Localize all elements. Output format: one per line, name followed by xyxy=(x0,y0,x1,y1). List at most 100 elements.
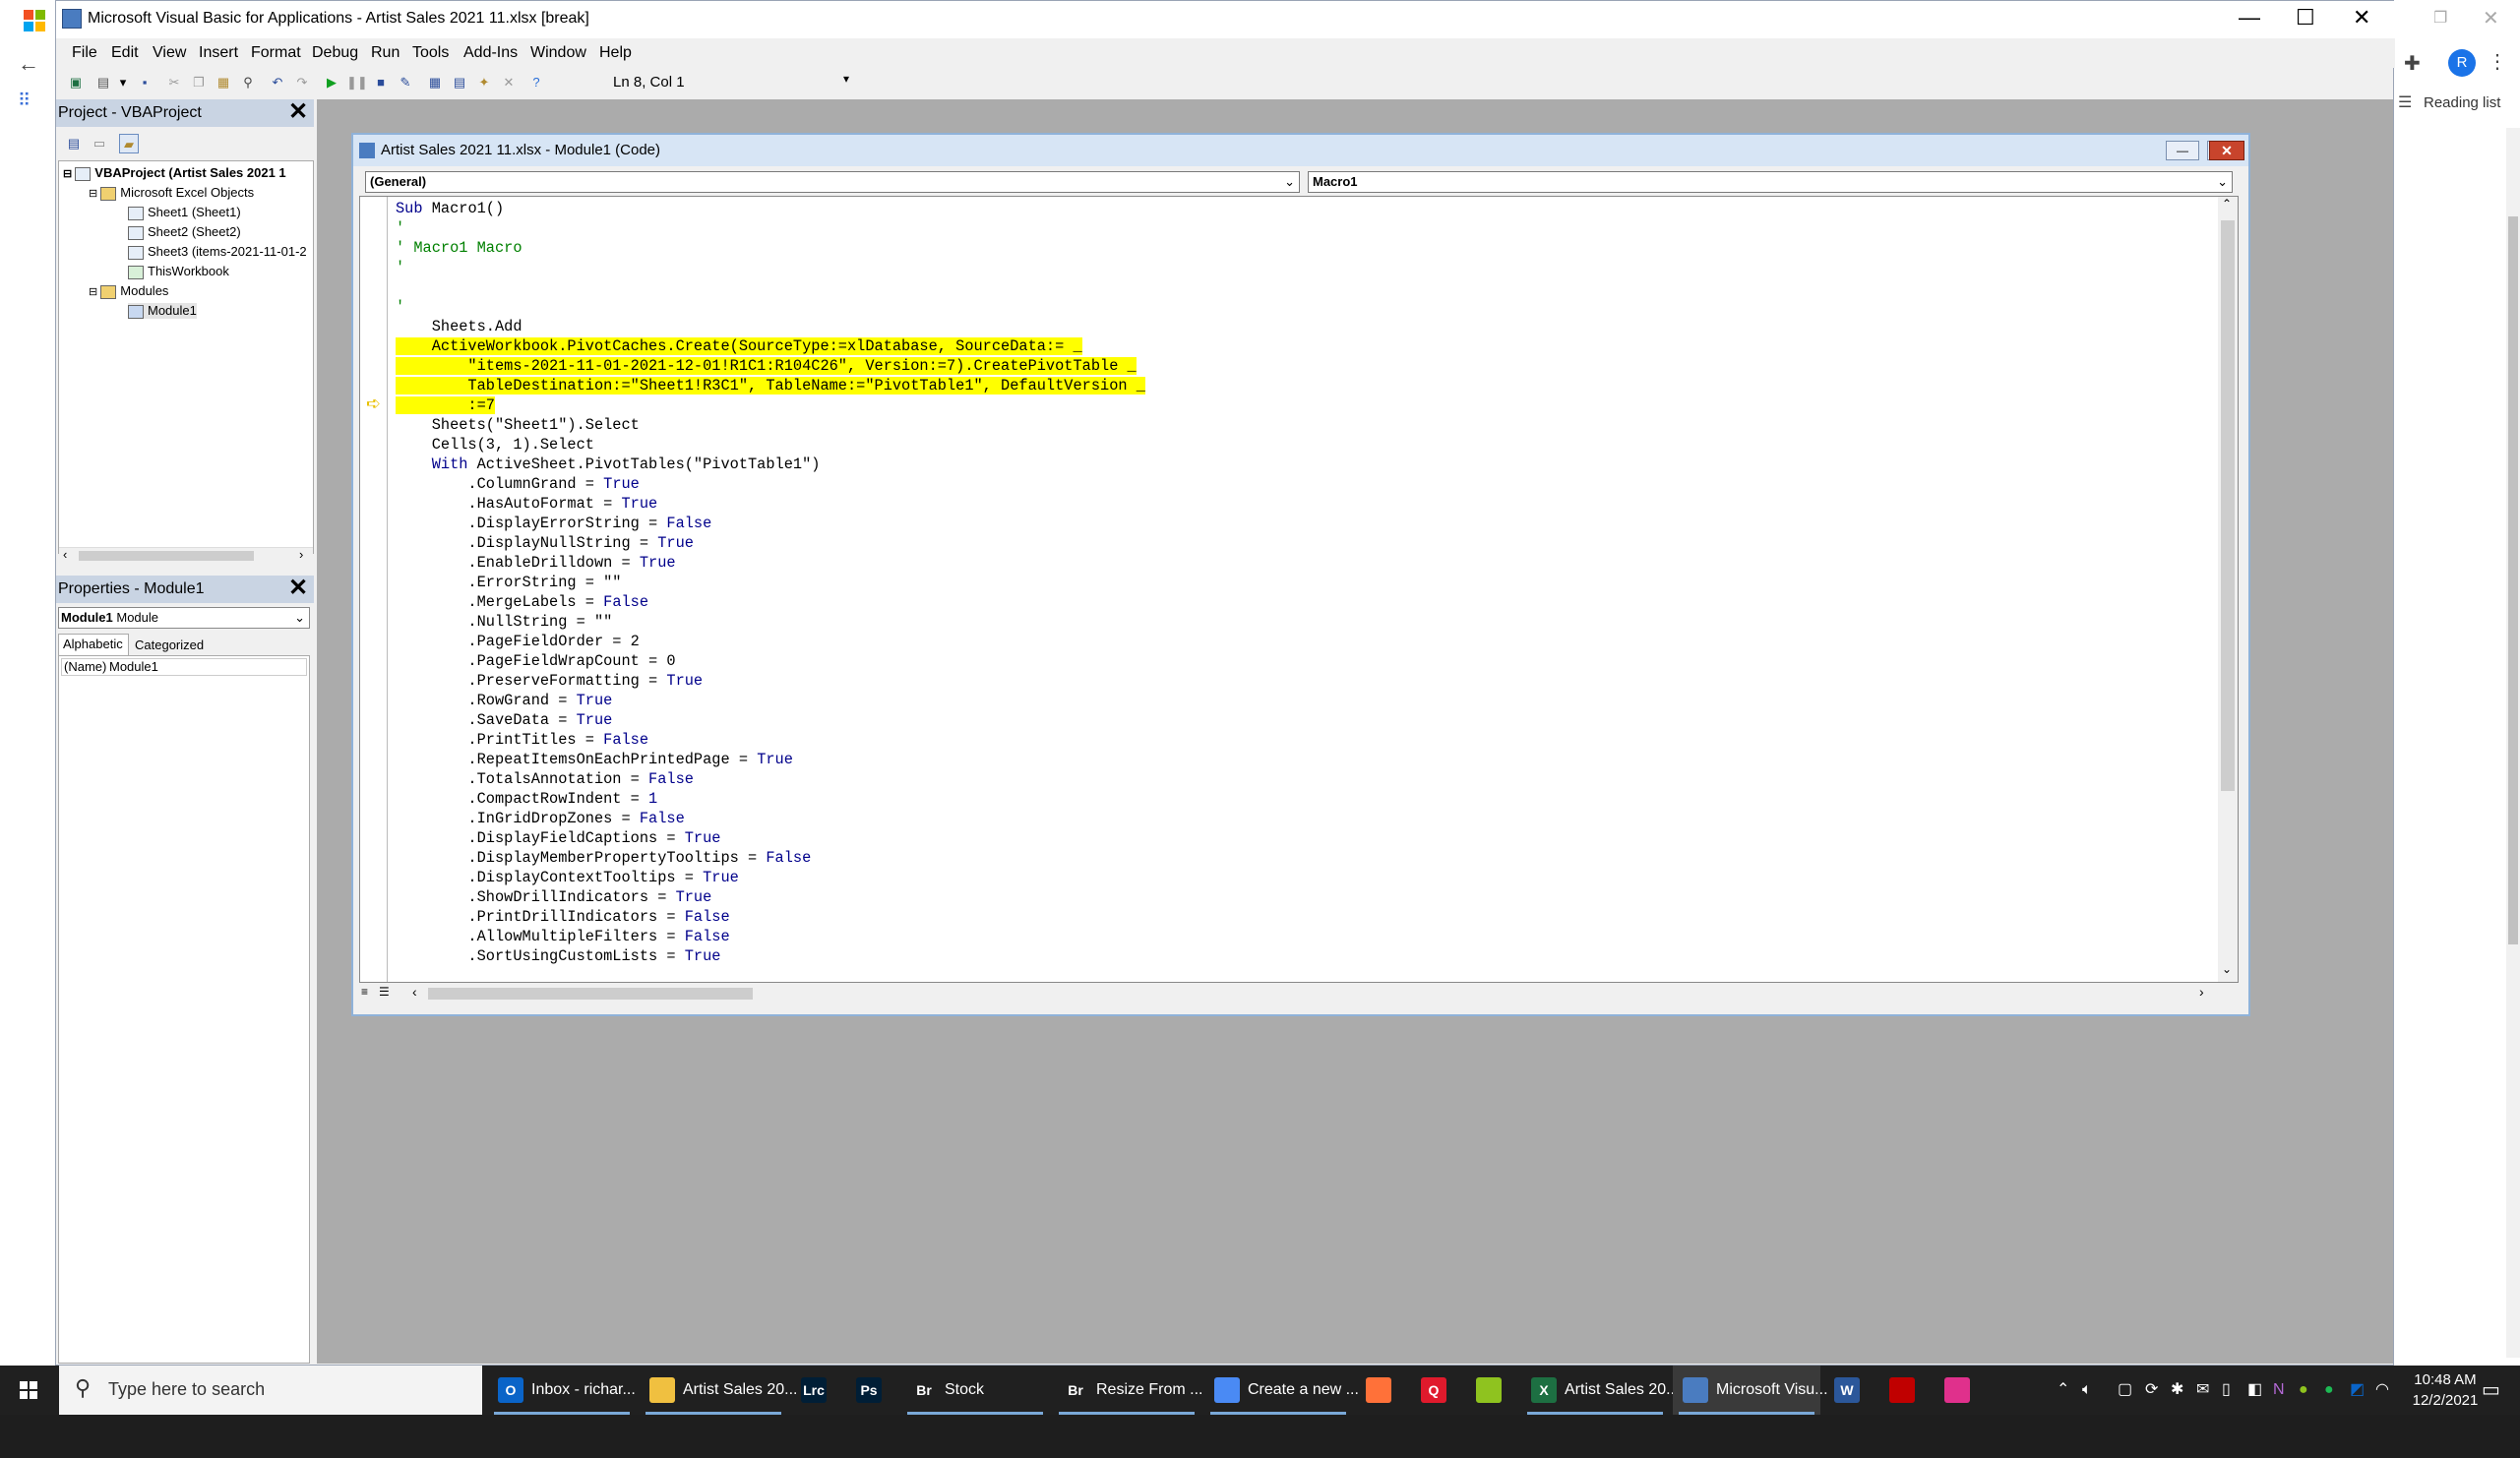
redo-icon[interactable]: ↷ xyxy=(292,73,312,92)
mail-icon[interactable]: ✉ xyxy=(2196,1366,2209,1415)
outlook-tray-icon[interactable]: ◩ xyxy=(2350,1366,2365,1415)
code-line[interactable]: ActiveWorkbook.PivotCaches.Create(Source… xyxy=(396,336,1082,356)
close-button[interactable]: ✕ xyxy=(2353,5,2370,30)
project-explorer-icon[interactable]: ▦ xyxy=(425,73,445,92)
notifications-icon[interactable]: ▭ xyxy=(2482,1377,2500,1402)
wifi-icon[interactable]: ◠ xyxy=(2375,1366,2389,1415)
break-icon[interactable]: ❚❚ xyxy=(346,73,368,92)
code-line[interactable]: .PageFieldOrder = 2 xyxy=(396,632,639,651)
code-line[interactable]: .HasAutoFormat = True xyxy=(396,494,657,514)
menu-run[interactable]: Run xyxy=(371,44,400,62)
code-line[interactable]: .DisplayFieldCaptions = True xyxy=(396,828,720,848)
code-line[interactable]: ' xyxy=(396,297,404,317)
clock[interactable]: 10:48 AM 12/2/2021 xyxy=(2411,1369,2480,1411)
paste-icon[interactable]: ▦ xyxy=(214,73,233,92)
tab-categorized[interactable]: Categorized xyxy=(131,636,208,655)
avatar[interactable]: R xyxy=(2448,49,2476,77)
menu-format[interactable]: Format xyxy=(251,44,301,62)
code-line[interactable]: "items-2021-11-01-2021-12-01!R1C1:R104C2… xyxy=(396,356,1137,376)
menu-edit[interactable]: Edit xyxy=(111,44,139,62)
back-arrow-icon[interactable]: ← xyxy=(18,51,39,77)
apps-grid-icon[interactable]: ⠿ xyxy=(18,91,31,111)
code-line[interactable]: .AllowMultipleFilters = False xyxy=(396,927,729,946)
tree-item-module1[interactable]: Module1 xyxy=(128,303,197,319)
code-line[interactable]: .ColumnGrand = True xyxy=(396,474,639,494)
minimize-button[interactable]: — xyxy=(2239,5,2260,30)
code-line[interactable]: .RepeatItemsOnEachPrintedPage = True xyxy=(396,750,792,769)
code-line[interactable]: .DisplayContextTooltips = True xyxy=(396,868,738,887)
sync-icon[interactable]: ⟳ xyxy=(2145,1366,2158,1415)
menu-add-ins[interactable]: Add-Ins xyxy=(463,44,518,62)
code-line[interactable]: Sheets("Sheet1").Select xyxy=(396,415,640,435)
view-excel-icon[interactable]: ▣ xyxy=(66,73,86,92)
help-icon[interactable]: ? xyxy=(526,73,546,92)
procedure-view-icon[interactable]: ≡ xyxy=(361,985,368,999)
view-code-icon[interactable]: ▤ xyxy=(64,134,84,153)
code-line[interactable]: TableDestination:="Sheet1!R3C1", TableNa… xyxy=(396,376,1145,395)
taskbar-app-vba[interactable]: Microsoft Visu... xyxy=(1673,1366,1828,1415)
taskbar-app-green-ball[interactable] xyxy=(1466,1366,1517,1415)
reading-list-label[interactable]: Reading list xyxy=(2424,94,2500,111)
bluetooth-icon[interactable]: ✱ xyxy=(2171,1366,2183,1415)
run-icon[interactable]: ▶ xyxy=(322,73,341,92)
tree-item-vbaproject[interactable]: ⊟ VBAProject (Artist Sales 2021 1 xyxy=(63,165,286,181)
menu-insert[interactable]: Insert xyxy=(199,44,238,62)
meet-now-icon[interactable]: ▢ xyxy=(2118,1366,2132,1415)
code-minimize-button[interactable]: — xyxy=(2166,141,2199,160)
code-line[interactable]: .NullString = "" xyxy=(396,612,612,632)
menu-file[interactable]: File xyxy=(72,44,97,62)
tree-hscrollbar[interactable]: ‹ › xyxy=(59,547,313,563)
reset-icon[interactable]: ■ xyxy=(371,73,391,92)
reading-list-icon[interactable]: ☰ xyxy=(2398,92,2412,112)
taskbar-app-outlook[interactable]: O Inbox - richar... xyxy=(488,1366,636,1415)
volume-icon[interactable]: 🔈︎ xyxy=(2082,1366,2092,1415)
tree-item-thisworkbook[interactable]: ThisWorkbook xyxy=(128,264,229,279)
cut-icon[interactable]: ✂ xyxy=(164,73,184,92)
procedure-combo[interactable]: Macro1 ⌄ xyxy=(1308,171,2233,193)
code-line[interactable]: .DisplayNullString = True xyxy=(396,533,694,553)
insert-userform-icon[interactable]: ▤ xyxy=(93,73,113,92)
dropdown-arrow-icon[interactable]: ▾ xyxy=(113,73,133,92)
code-line[interactable]: .InGridDropZones = False xyxy=(396,809,684,828)
taskbar-app-word[interactable]: W xyxy=(1824,1366,1875,1415)
code-line[interactable]: .ShowDrillIndicators = True xyxy=(396,887,711,907)
view-object-icon[interactable]: ▭ xyxy=(90,134,109,153)
menu-help[interactable]: Help xyxy=(599,44,632,62)
chevron-up-icon[interactable]: ⌃ xyxy=(2057,1366,2069,1415)
save-icon[interactable]: ▪ xyxy=(135,73,154,92)
code-editor[interactable]: ➪ Sub Macro1() ' ' Macro1 Macro ' ' Sheets.A… xyxy=(359,196,2239,983)
code-line[interactable]: With ActiveSheet.PivotTables("PivotTable… xyxy=(396,455,821,474)
tree-item-sheet3[interactable]: Sheet3 (items-2021-11-01-2 xyxy=(128,244,307,260)
code-line[interactable]: .PageFieldWrapCount = 0 xyxy=(396,651,675,671)
code-line[interactable]: .CompactRowIndent = 1 xyxy=(396,789,657,809)
code-line[interactable]: .SortUsingCustomLists = True xyxy=(396,946,720,966)
menu-tools[interactable]: Tools xyxy=(412,44,449,62)
toolbar-options-icon[interactable]: ▾ xyxy=(843,72,849,86)
taskbar-app-bridge[interactable]: Br Resize From ... xyxy=(1053,1366,1202,1415)
onenote-icon[interactable]: N xyxy=(2273,1366,2285,1415)
toggle-folders-icon[interactable]: ▰ xyxy=(119,134,139,153)
taskbar-app-file-explorer[interactable]: Artist Sales 20... xyxy=(640,1366,798,1415)
tray-green-icon[interactable]: ● xyxy=(2299,1366,2308,1415)
start-button[interactable] xyxy=(0,1366,59,1415)
object-select[interactable]: Module1 Module ⌄ xyxy=(58,607,310,629)
code-line[interactable]: ' xyxy=(396,218,404,238)
taskbar-app-q-app[interactable]: Q xyxy=(1411,1366,1462,1415)
tree-item-excel-objects[interactable]: ⊟ Microsoft Excel Objects xyxy=(89,185,254,201)
code-line[interactable]: ' Macro1 Macro xyxy=(396,238,522,258)
search-input[interactable]: Type here to search xyxy=(108,1379,265,1400)
code-line[interactable]: .PreserveFormatting = True xyxy=(396,671,703,691)
taskbar-app-pinned-app[interactable] xyxy=(1935,1366,1986,1415)
more-menu-icon[interactable]: ⋮ xyxy=(2488,49,2507,74)
code-line[interactable]: .PrintTitles = False xyxy=(396,730,648,750)
taskbar-app-bridge[interactable]: Br Stock xyxy=(901,1366,1049,1415)
find-icon[interactable]: ⚲ xyxy=(238,73,258,92)
menu-view[interactable]: View xyxy=(153,44,186,62)
code-hscrollbar[interactable]: ≡ ☰ ‹ › xyxy=(359,983,2239,1004)
tree-item-sheet1[interactable]: Sheet1 (Sheet1) xyxy=(128,205,241,220)
code-line[interactable]: .SaveData = True xyxy=(396,710,612,730)
code-line[interactable]: .TotalsAnnotation = False xyxy=(396,769,694,789)
project-close-icon[interactable]: ✕ xyxy=(285,100,311,126)
tray-app-icon[interactable]: ◧ xyxy=(2247,1366,2262,1415)
code-close-icon[interactable]: ✕ xyxy=(2209,141,2244,160)
